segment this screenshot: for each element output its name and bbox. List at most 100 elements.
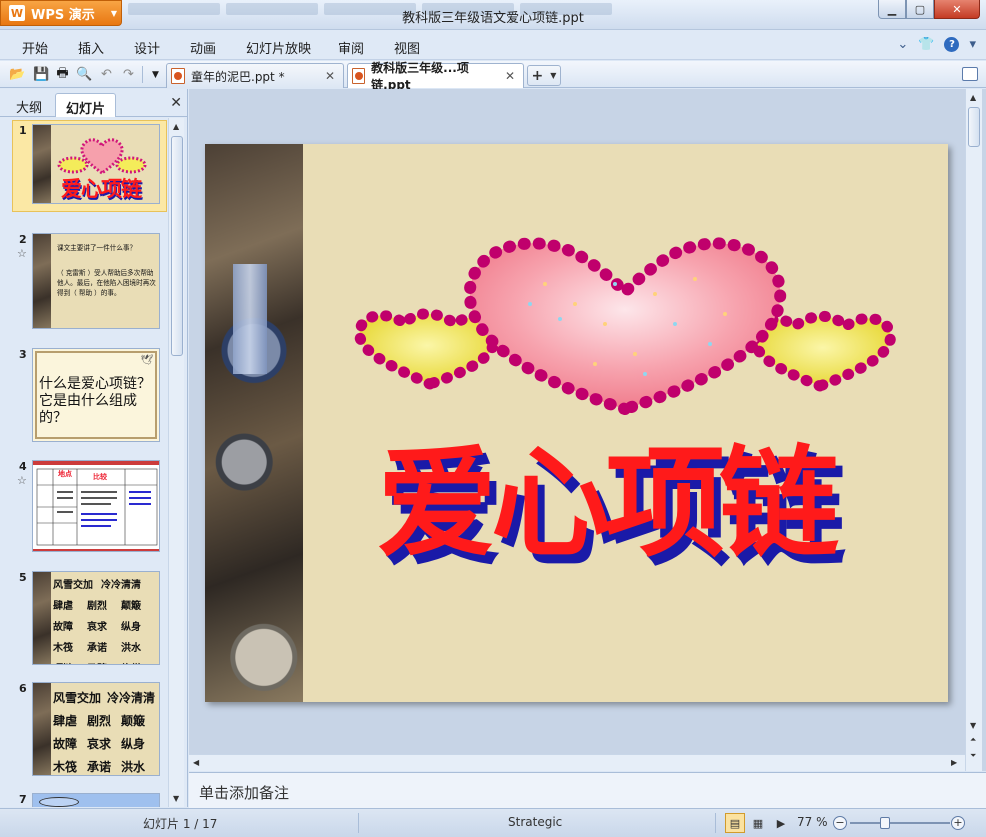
thumbnail-text: 地点 — [58, 470, 72, 478]
word-item: 风雪交加 — [53, 580, 93, 591]
print-icon[interactable]: 🖶 — [54, 66, 71, 83]
thumbnail-3[interactable]: 什么是爱心项链？ 它是由什么组成的？ 🕊 — [32, 348, 160, 442]
thumbnail-title: 爱心项链 — [61, 176, 142, 201]
ppt-file-icon — [171, 68, 185, 84]
menu-home[interactable]: 开始 — [22, 38, 48, 57]
chevron-down-icon[interactable]: ⌄ — [897, 37, 908, 52]
next-slide-icon[interactable]: ⏷ — [970, 751, 976, 761]
close-window-button[interactable]: ✕ — [934, 0, 980, 19]
scroll-down-icon[interactable]: ▼ — [970, 721, 976, 730]
scroll-up-icon[interactable]: ▲ — [970, 93, 976, 102]
bird-icon: 🕊 — [140, 355, 153, 366]
help-icon[interactable]: ? — [944, 37, 960, 52]
close-panel-icon[interactable]: ✕ — [170, 95, 182, 111]
word-item: 项链 — [53, 660, 73, 664]
horizontal-scrollbar[interactable]: ◀ ▶ — [189, 754, 965, 771]
thumbnail-row-2[interactable]: 2 ☆ 课文主要讲了一件什么事？ （ 克雷斯 ）受人帮助后多次帮助他人。最后，在… — [0, 233, 168, 333]
doc-tab-1[interactable]: 童年的泥巴.ppt * ✕ — [166, 63, 344, 88]
menu-review[interactable]: 审阅 — [338, 38, 364, 57]
doc-tab-label: 童年的泥巴.ppt * — [191, 69, 285, 84]
thumbnail-4[interactable]: 地点 比较 — [32, 460, 160, 552]
maximize-button[interactable]: ▢ — [906, 0, 934, 19]
thumbnail-row-6[interactable]: 6 风雪交加 冷冷清清 肆虐 剧烈 颠簸 故障 哀求 纵身 木筏 承诺 洪水 — [0, 682, 168, 782]
previous-slide-icon[interactable]: ⏶ — [970, 735, 976, 745]
word-item: 肆虐 — [53, 714, 78, 728]
thumbnail-2[interactable]: 课文主要讲了一件什么事？ （ 克雷斯 ）受人帮助后多次帮助他人。最后，在他陷入困… — [32, 233, 160, 329]
scroll-up-icon[interactable]: ▲ — [173, 122, 179, 131]
open-folder-icon[interactable]: 📂 — [9, 66, 26, 83]
doc-tab-2[interactable]: 教科版三年级...项链.ppt ✕ — [347, 61, 524, 92]
word-item: 洪水 — [121, 760, 146, 774]
undo-icon[interactable]: ↶ — [98, 66, 115, 83]
menu-view[interactable]: 视图 — [394, 38, 420, 57]
word-item: 木筏 — [53, 760, 78, 774]
zoom-slider-handle[interactable] — [880, 817, 890, 829]
menu-insert[interactable]: 插入 — [78, 38, 104, 57]
thumbnail-7[interactable] — [32, 793, 160, 807]
wps-app-menu-button[interactable]: W WPS 演示 ▼ — [0, 0, 122, 26]
redo-icon[interactable]: ↷ — [120, 66, 137, 83]
notes-placeholder[interactable]: 单击添加备注 — [199, 782, 289, 803]
ppt-file-icon — [352, 68, 366, 84]
slide-sorter-icon[interactable]: ▦ — [748, 813, 768, 833]
customize-toolbar-icon[interactable]: ▼ — [147, 66, 164, 83]
thumbnail-text: 课文主要讲了一件什么事？ — [57, 244, 137, 252]
chevron-down-icon[interactable]: ▾ — [969, 37, 976, 52]
vertical-scrollbar[interactable]: ▲ ▼ ⏶ ⏷ — [965, 89, 982, 771]
animation-star-icon: ☆ — [17, 474, 27, 487]
status-bar: 幻灯片 1 / 17 Strategic ▤ ▦ ▶ 77 % − + — [0, 808, 986, 837]
thumbnail-1[interactable]: 爱心项链 — [32, 124, 160, 204]
tab-outline[interactable]: 大纲 — [6, 93, 52, 117]
save-icon[interactable]: 💾 — [33, 66, 50, 83]
zoom-slider[interactable] — [850, 822, 950, 824]
thumbnail-5[interactable]: 风雪交加冷冷清清 肆虐 剧烈 颠簸 故障 哀求 纵身 木筏 承诺 洪水 项链 马蹄 修缮 — [32, 571, 160, 665]
minimize-button[interactable]: ▁ — [878, 0, 906, 19]
divider — [142, 66, 143, 83]
normal-view-icon[interactable]: ▤ — [725, 813, 745, 833]
thumbnail-row-1[interactable]: 1 爱心项链 — [0, 118, 168, 218]
thumbnail-row-4[interactable]: 4 ☆ 地点 比较 — [0, 460, 168, 560]
thumbnail-scrollbar[interactable]: ▲ ▼ — [168, 118, 184, 807]
scroll-left-icon[interactable]: ◀ — [193, 758, 199, 767]
slide-side-photo — [205, 144, 303, 702]
close-tab-icon[interactable]: ✕ — [505, 69, 515, 83]
menu-slideshow[interactable]: 幻灯片放映 — [246, 38, 311, 57]
word-item: 冷冷清清 — [101, 580, 141, 591]
plus-icon: + — [531, 67, 544, 84]
thumbnail-number: 4 — [19, 460, 27, 473]
panel-tabs: 大纲 幻灯片 ✕ — [0, 89, 188, 117]
zoom-out-button[interactable]: − — [833, 816, 847, 830]
thumbnail-text: 它是由什么组成的？ — [39, 393, 137, 426]
background-window-tabs — [128, 3, 612, 15]
thumbnail-6[interactable]: 风雪交加 冷冷清清 肆虐 剧烈 颠簸 故障 哀求 纵身 木筏 承诺 洪水 — [32, 682, 160, 776]
window-switch-icon[interactable] — [962, 67, 978, 81]
divider — [358, 813, 359, 833]
thumbnail-row-3[interactable]: 3 什么是爱心项链？ 它是由什么组成的？ 🕊 — [0, 348, 168, 448]
word-item: 故障 — [53, 622, 73, 633]
menu-animation[interactable]: 动画 — [190, 38, 216, 57]
slide-editing-area: 爱心项链 ▲ ▼ ⏶ ⏷ ◀ ▶ — [189, 89, 986, 771]
animation-star-icon: ☆ — [17, 247, 27, 260]
thumbnail-row-7[interactable]: 7 — [0, 793, 168, 807]
word-item: 哀求 — [87, 622, 107, 633]
new-tab-button[interactable]: + ▼ — [527, 65, 561, 86]
word-item: 承诺 — [87, 643, 107, 654]
scroll-thumb[interactable] — [968, 107, 980, 147]
menu-design[interactable]: 设计 — [134, 38, 160, 57]
notes-pane[interactable]: 单击添加备注 — [189, 772, 986, 808]
skin-icon[interactable]: 👕 — [918, 37, 934, 52]
thumbnail-number: 6 — [19, 682, 27, 695]
title-bar: W WPS 演示 ▼ 教科版三年级语文爱心项链.ppt ▁ ▢ ✕ — [0, 0, 986, 30]
scroll-thumb[interactable] — [171, 136, 183, 356]
current-slide[interactable]: 爱心项链 — [205, 144, 948, 702]
tab-slides[interactable]: 幻灯片 — [55, 93, 117, 117]
slideshow-icon[interactable]: ▶ — [771, 813, 791, 833]
word-item: 纵身 — [121, 622, 141, 633]
slide-title[interactable]: 爱心项链 — [377, 444, 839, 564]
print-preview-icon[interactable]: 🔍 — [76, 66, 93, 83]
thumbnail-row-5[interactable]: 5 风雪交加冷冷清清 肆虐 剧烈 颠簸 故障 哀求 纵身 木筏 承诺 洪水 项链 马蹄 修缮 — [0, 571, 168, 671]
zoom-in-button[interactable]: + — [951, 816, 965, 830]
scroll-right-icon[interactable]: ▶ — [951, 758, 957, 767]
close-tab-icon[interactable]: ✕ — [325, 69, 335, 83]
scroll-down-icon[interactable]: ▼ — [173, 794, 179, 803]
